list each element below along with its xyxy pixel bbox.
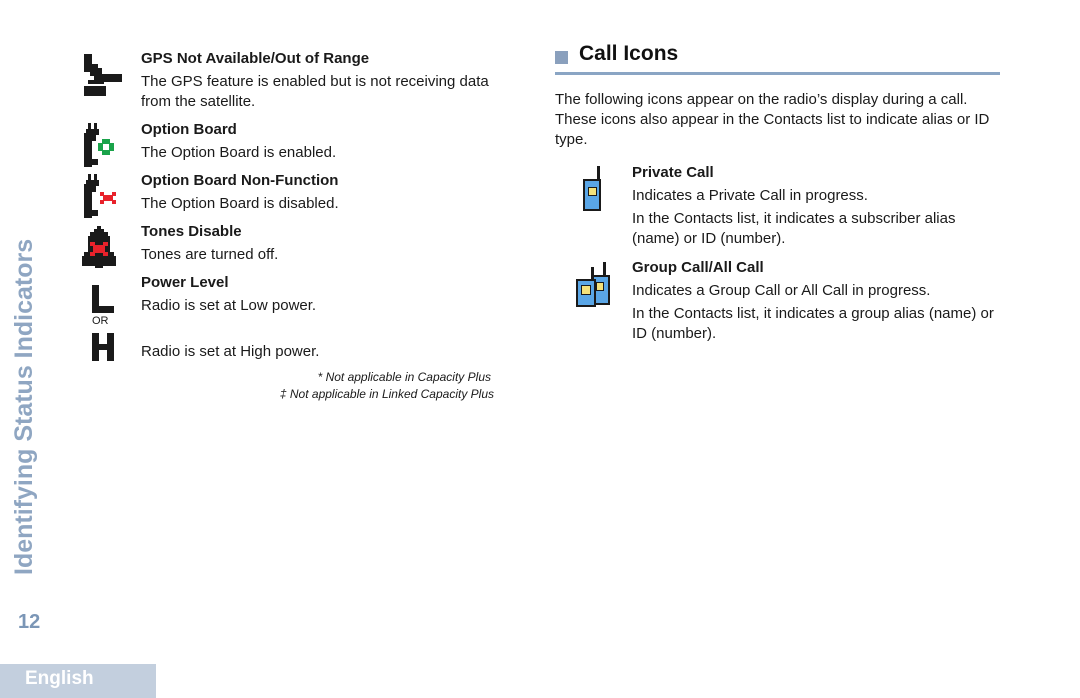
- tones-disable-description: Tones are turned off.: [141, 246, 279, 263]
- tones-disable-entry: Tones Disable Tones are turned off.: [141, 222, 521, 265]
- power-high-icon: [92, 333, 116, 361]
- option-board-non-function-entry: Option Board Non-Function The Option Boa…: [141, 171, 521, 214]
- option-board-icon: [84, 123, 122, 167]
- gps-not-available-icon: [84, 54, 122, 98]
- power-level-entry: Power Level Radio is set at Low power.: [141, 273, 521, 316]
- option-board-entry: Option Board The Option Board is enabled…: [141, 120, 521, 163]
- group-call-icon: [576, 262, 612, 308]
- option-board-non-function-title: Option Board Non-Function: [141, 172, 339, 189]
- section-side-title: Identifying Status Indicators: [10, 238, 38, 575]
- page-number: 12: [18, 611, 41, 633]
- group-call-entry: Group Call/All Call Indicates a Group Ca…: [632, 258, 1007, 344]
- group-call-title: Group Call/All Call: [632, 259, 764, 276]
- group-call-note: In the Contacts list, it indicates a gro…: [632, 305, 994, 342]
- gps-description: The GPS feature is enabled but is not re…: [141, 73, 489, 110]
- private-call-entry: Private Call Indicates a Private Call in…: [632, 163, 1007, 249]
- power-low-icon: [92, 285, 116, 313]
- power-high-description: Radio is set at High power.: [141, 343, 320, 360]
- call-icons-intro: The following icons appear on the radio’…: [555, 91, 990, 148]
- option-board-non-function-icon: [84, 174, 122, 218]
- group-call-description: Indicates a Group Call or All Call in pr…: [632, 282, 931, 299]
- private-call-icon: [583, 166, 603, 212]
- power-level-title: Power Level: [141, 274, 229, 291]
- tones-disable-title: Tones Disable: [141, 223, 242, 240]
- private-call-description: Indicates a Private Call in progress.: [632, 187, 868, 204]
- power-high-entry: Radio is set at High power.: [141, 342, 521, 362]
- footnote-capacity-plus: * Not applicable in Capacity Plus: [317, 370, 491, 384]
- tones-disable-icon: [82, 226, 118, 270]
- option-board-non-function-description: The Option Board is disabled.: [141, 195, 339, 212]
- power-or-label: OR: [92, 315, 109, 327]
- language-tab: English: [0, 664, 156, 698]
- option-board-description: The Option Board is enabled.: [141, 144, 337, 161]
- option-board-title: Option Board: [141, 121, 237, 138]
- section-divider: [555, 72, 1000, 75]
- section-bullet-icon: [555, 51, 568, 64]
- footnote-linked-capacity-plus: ‡ Not applicable in Linked Capacity Plus: [279, 387, 494, 401]
- gps-entry: GPS Not Available/Out of Range The GPS f…: [141, 49, 521, 112]
- gps-title: GPS Not Available/Out of Range: [141, 50, 370, 67]
- private-call-title: Private Call: [632, 164, 714, 181]
- private-call-note: In the Contacts list, it indicates a sub…: [632, 210, 956, 247]
- call-icons-title: Call Icons: [579, 42, 679, 65]
- power-low-description: Radio is set at Low power.: [141, 297, 317, 314]
